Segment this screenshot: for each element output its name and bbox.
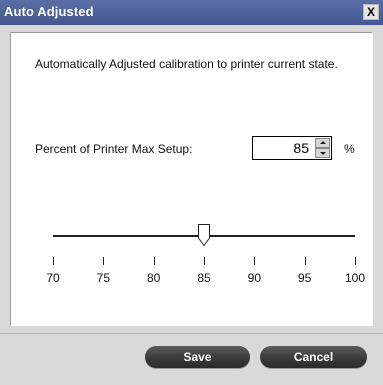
close-button[interactable]: X <box>363 4 379 20</box>
slider-tick-label: 85 <box>197 271 211 285</box>
slider-tick <box>355 257 356 265</box>
slider-tick-label: 70 <box>46 271 60 285</box>
slider-tick-label: 80 <box>146 271 161 285</box>
spin-down-button[interactable] <box>315 148 330 158</box>
percent-input[interactable] <box>253 137 313 159</box>
slider-tick <box>153 257 155 265</box>
slider-tick-label: 90 <box>247 271 261 285</box>
footer-divider <box>0 333 383 334</box>
slider-tick-label: 75 <box>96 271 110 285</box>
slider-thumb[interactable] <box>198 224 210 246</box>
cancel-button[interactable]: Cancel <box>260 346 367 368</box>
description-text: Automatically Adjusted calibration to pr… <box>35 57 338 71</box>
percent-spinner[interactable] <box>252 136 332 160</box>
slider-tick <box>53 257 54 265</box>
slider-tick <box>204 257 205 265</box>
slider-tick-label: 100 <box>344 271 366 285</box>
slider-tick <box>304 257 306 265</box>
save-button[interactable]: Save <box>145 346 250 368</box>
title-bar: Auto Adjusted X <box>0 0 383 25</box>
setup-label: Percent of Printer Max Setup: <box>35 142 193 156</box>
spin-up-button[interactable] <box>315 138 330 148</box>
slider-tick <box>103 257 105 265</box>
window-title: Auto Adjusted <box>4 4 94 19</box>
close-icon: X <box>366 5 375 19</box>
settings-panel: Automatically Adjusted calibration to pr… <box>10 32 373 326</box>
slider-tick-label: 95 <box>297 271 312 285</box>
percent-unit-label: % <box>344 142 355 156</box>
slider-tick <box>254 257 256 265</box>
